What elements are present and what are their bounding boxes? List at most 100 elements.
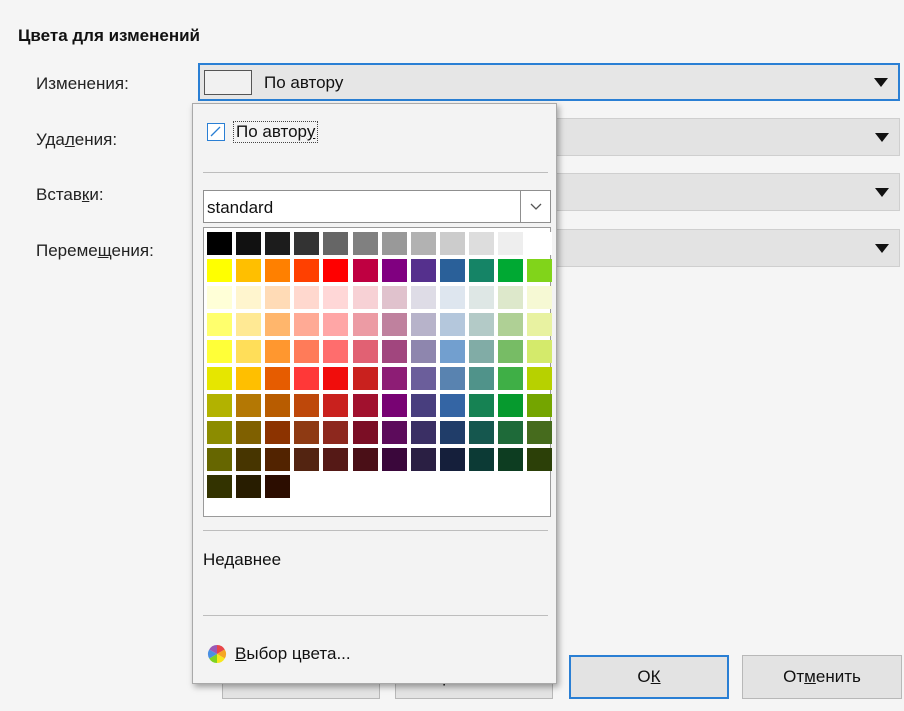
color-swatch[interactable] (498, 313, 523, 336)
color-swatch[interactable] (207, 394, 232, 417)
color-swatch[interactable] (294, 232, 320, 255)
color-swatch[interactable] (352, 367, 378, 390)
color-swatch[interactable] (439, 232, 465, 255)
color-swatch[interactable] (498, 421, 523, 444)
color-swatch[interactable] (352, 448, 378, 471)
color-swatch[interactable] (352, 340, 378, 363)
color-swatch[interactable] (236, 232, 262, 255)
color-swatch[interactable] (294, 340, 320, 363)
color-swatch[interactable] (439, 367, 465, 390)
color-swatch[interactable] (294, 448, 320, 471)
color-swatch[interactable] (381, 286, 407, 309)
color-swatch[interactable] (468, 421, 494, 444)
color-swatch[interactable] (498, 340, 523, 363)
color-swatch[interactable] (265, 340, 291, 363)
color-swatch[interactable] (410, 232, 436, 255)
color-swatch[interactable] (236, 475, 262, 498)
color-swatch[interactable] (439, 394, 465, 417)
color-swatch[interactable] (294, 367, 320, 390)
color-swatch[interactable] (236, 448, 262, 471)
color-swatch[interactable] (207, 475, 232, 498)
color-swatch[interactable] (381, 367, 407, 390)
color-swatch[interactable] (498, 232, 523, 255)
palette-select[interactable]: standard (203, 190, 551, 223)
color-swatch[interactable] (323, 367, 349, 390)
color-swatch[interactable] (323, 394, 349, 417)
color-swatch[interactable] (323, 286, 349, 309)
color-swatch[interactable] (410, 313, 436, 336)
color-swatch[interactable] (468, 340, 494, 363)
color-swatch[interactable] (323, 340, 349, 363)
color-swatch[interactable] (207, 421, 232, 444)
color-swatch[interactable] (236, 421, 262, 444)
ok-button[interactable]: ОК (569, 655, 729, 699)
color-swatch[interactable] (410, 448, 436, 471)
cancel-button[interactable]: От м енить (742, 655, 902, 699)
color-swatch[interactable] (265, 448, 291, 471)
color-swatch[interactable] (498, 367, 523, 390)
color-swatch[interactable] (352, 259, 378, 282)
pick-color-button[interactable]: Выбор цвета... (207, 644, 351, 664)
color-swatch[interactable] (352, 394, 378, 417)
color-swatch[interactable] (352, 232, 378, 255)
color-swatch[interactable] (498, 259, 523, 282)
color-swatch[interactable] (323, 448, 349, 471)
color-swatch[interactable] (498, 394, 523, 417)
color-swatch[interactable] (439, 259, 465, 282)
color-swatch[interactable] (439, 286, 465, 309)
color-swatch[interactable] (410, 259, 436, 282)
color-swatch[interactable] (352, 313, 378, 336)
color-swatch[interactable] (207, 367, 232, 390)
color-swatch[interactable] (527, 394, 553, 417)
color-swatch[interactable] (527, 259, 553, 282)
color-swatch[interactable] (527, 448, 553, 471)
color-swatch[interactable] (381, 421, 407, 444)
color-swatch[interactable] (381, 232, 407, 255)
color-swatch[interactable] (381, 313, 407, 336)
color-swatch[interactable] (410, 340, 436, 363)
color-swatch[interactable] (468, 367, 494, 390)
color-swatch[interactable] (381, 394, 407, 417)
color-swatch[interactable] (527, 313, 553, 336)
color-swatch[interactable] (381, 448, 407, 471)
color-swatch[interactable] (265, 286, 291, 309)
color-swatch[interactable] (294, 286, 320, 309)
color-swatch[interactable] (468, 313, 494, 336)
color-swatch[interactable] (439, 448, 465, 471)
color-swatch[interactable] (265, 421, 291, 444)
color-swatch[interactable] (410, 286, 436, 309)
color-swatch[interactable] (294, 421, 320, 444)
color-swatch[interactable] (527, 340, 553, 363)
color-swatch[interactable] (207, 313, 232, 336)
color-swatch[interactable] (294, 313, 320, 336)
color-swatch[interactable] (468, 448, 494, 471)
color-swatch[interactable] (468, 286, 494, 309)
color-swatch[interactable] (527, 421, 553, 444)
color-swatch[interactable] (207, 340, 232, 363)
color-swatch[interactable] (265, 367, 291, 390)
color-swatch[interactable] (207, 232, 232, 255)
color-swatch[interactable] (265, 394, 291, 417)
color-swatch[interactable] (352, 286, 378, 309)
color-swatch[interactable] (236, 367, 262, 390)
color-swatch[interactable] (323, 232, 349, 255)
chevron-down-icon[interactable] (520, 191, 550, 222)
color-swatch[interactable] (439, 421, 465, 444)
color-swatch[interactable] (468, 394, 494, 417)
color-swatch[interactable] (527, 367, 553, 390)
color-swatch[interactable] (236, 340, 262, 363)
color-swatch[interactable] (265, 313, 291, 336)
color-swatch[interactable] (323, 313, 349, 336)
color-swatch[interactable] (381, 340, 407, 363)
color-swatch[interactable] (352, 421, 378, 444)
color-swatch[interactable] (468, 259, 494, 282)
color-swatch[interactable] (410, 421, 436, 444)
color-swatch[interactable] (439, 340, 465, 363)
color-swatch[interactable] (207, 448, 232, 471)
color-swatch[interactable] (207, 259, 232, 282)
color-swatch[interactable] (265, 232, 291, 255)
color-swatch[interactable] (410, 394, 436, 417)
color-swatch[interactable] (265, 259, 291, 282)
color-swatch[interactable] (527, 286, 553, 309)
color-swatch[interactable] (410, 367, 436, 390)
